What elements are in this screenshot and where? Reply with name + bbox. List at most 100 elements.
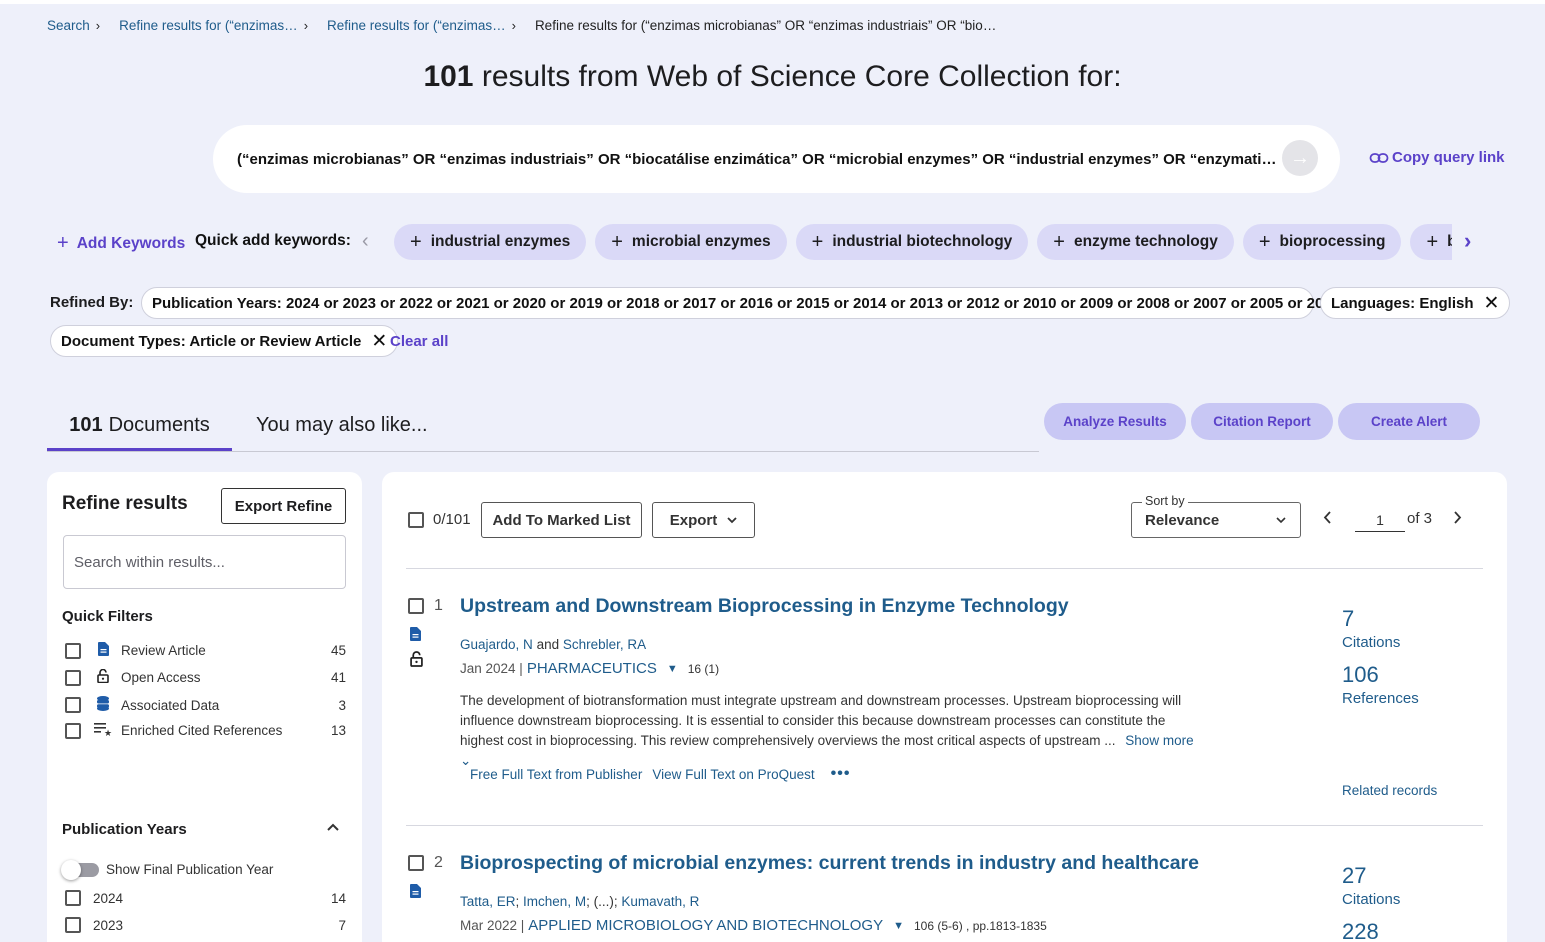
breadcrumb-refine-1[interactable]: Refine results for (“enzimas… xyxy=(119,18,298,33)
keyword-pill[interactable]: + bioprocessing xyxy=(1242,224,1402,260)
quick-filter-review-article[interactable]: Review Article 45 xyxy=(65,642,346,659)
search-within-input[interactable] xyxy=(63,535,346,589)
keyword-pill[interactable]: + enzyme technology xyxy=(1037,224,1234,260)
record-title[interactable]: Upstream and Downstream Bioprocessing in… xyxy=(460,595,1069,618)
chevron-left-icon[interactable] xyxy=(1323,508,1332,529)
quick-filter-open-access[interactable]: Open Access 41 xyxy=(65,668,346,686)
proquest-link[interactable]: View Full Text on ProQuest xyxy=(652,767,814,782)
references-count[interactable]: 228 xyxy=(1342,919,1379,942)
record-volume: 16 (1) xyxy=(687,661,720,676)
plus-icon: + xyxy=(811,230,824,253)
breadcrumb-refine-2[interactable]: Refine results for (“enzimas… xyxy=(327,18,506,33)
create-alert-button[interactable]: Create Alert xyxy=(1338,403,1480,440)
keyword-pill[interactable]: + industrial biotechnology xyxy=(795,224,1029,260)
chevron-up-icon[interactable] xyxy=(327,818,339,836)
record-checkbox[interactable] xyxy=(408,855,424,871)
citations-count[interactable]: 27 xyxy=(1342,863,1366,889)
free-full-text-link[interactable]: Free Full Text from Publisher xyxy=(470,767,642,782)
close-icon[interactable]: ✕ xyxy=(371,330,387,353)
query-text[interactable]: (“enzimas microbianas” OR “enzimas indus… xyxy=(237,151,1277,168)
year-filter-2024[interactable]: 2024 14 xyxy=(65,890,346,906)
copy-query-link[interactable]: Copy query link xyxy=(1369,149,1505,166)
record-links: Free Full Text from Publisher View Full … xyxy=(470,765,850,783)
checkbox[interactable] xyxy=(65,917,81,933)
author-link[interactable]: Kumavath, R xyxy=(621,894,699,909)
enriched-list-icon: ★ xyxy=(93,722,113,739)
record-date: Mar 2022 | xyxy=(460,918,525,933)
plus-icon: + xyxy=(57,232,69,254)
filter-chip-doc-types: Document Types: Article or Review Articl… xyxy=(50,325,399,357)
export-label: Export xyxy=(669,511,718,529)
quick-filter-count: 13 xyxy=(330,723,346,738)
citation-report-button[interactable]: Citation Report xyxy=(1191,403,1333,440)
author-link[interactable]: Guajardo, N xyxy=(460,637,533,652)
year-filter-2023[interactable]: 2023 7 xyxy=(65,917,346,933)
quick-filter-label: Review Article xyxy=(121,643,206,658)
year-count: 7 xyxy=(338,917,346,933)
quick-filter-associated-data[interactable]: Associated Data 3 xyxy=(65,696,346,714)
checkbox[interactable] xyxy=(65,890,81,906)
record-meta: Jan 2024 | PHARMACEUTICS ▼ 16 (1) xyxy=(460,660,719,677)
chevron-right-icon[interactable]: › xyxy=(1464,228,1471,254)
plus-icon: + xyxy=(611,230,623,253)
page-number-input[interactable] xyxy=(1355,508,1405,532)
show-final-year-label: Show Final Publication Year xyxy=(106,862,274,877)
clear-all-link[interactable]: Clear all xyxy=(390,333,448,350)
tab-documents[interactable]: 101 Documents xyxy=(47,408,232,451)
divider xyxy=(406,568,1483,569)
keyword-pill[interactable]: + biorefi xyxy=(1410,224,1452,260)
keyword-pill-label: bioprocessing xyxy=(1279,233,1386,250)
checkbox[interactable] xyxy=(65,642,81,659)
record-checkbox[interactable] xyxy=(408,598,424,614)
citations-count[interactable]: 7 xyxy=(1342,606,1354,632)
show-final-year-toggle[interactable] xyxy=(61,860,99,880)
breadcrumb-search[interactable]: Search xyxy=(47,18,90,33)
record-meta: Mar 2022 | APPLIED MICROBIOLOGY AND BIOT… xyxy=(460,917,1047,934)
copy-query-link-label: Copy query link xyxy=(1392,149,1505,166)
close-icon[interactable]: ✕ xyxy=(1484,292,1500,315)
keyword-pill[interactable]: + microbial enzymes xyxy=(595,224,787,260)
sort-select[interactable]: Sort by Relevance xyxy=(1131,494,1301,538)
record-number: 1 xyxy=(434,597,443,614)
checkbox[interactable] xyxy=(65,722,81,739)
quick-filter-label: Associated Data xyxy=(121,697,220,713)
add-keywords-button[interactable]: + Add Keywords xyxy=(57,232,185,255)
author-link[interactable]: Tatta, ER xyxy=(460,894,516,909)
add-to-marked-list-button[interactable]: Add To Marked List xyxy=(481,502,642,538)
authors-ellipsis[interactable]: (...) xyxy=(594,894,614,909)
references-count[interactable]: 106 xyxy=(1342,662,1379,688)
checkbox[interactable] xyxy=(65,697,81,713)
select-all-checkbox[interactable] xyxy=(408,512,424,528)
plus-icon: + xyxy=(410,230,422,253)
tab-you-may-also-like[interactable]: You may also like... xyxy=(256,408,428,451)
chevron-left-icon[interactable]: ‹ xyxy=(362,230,369,253)
record-journal[interactable]: APPLIED MICROBIOLOGY AND BIOTECHNOLOGY xyxy=(528,917,883,934)
record-journal[interactable]: PHARMACEUTICS xyxy=(527,660,657,677)
checkbox[interactable] xyxy=(65,669,81,686)
export-refine-button[interactable]: Export Refine xyxy=(221,488,346,524)
author-link[interactable]: Imchen, M xyxy=(523,894,586,909)
keyword-pill[interactable]: + industrial enzymes xyxy=(394,224,587,260)
record-date: Jan 2024 | xyxy=(460,661,523,676)
quick-filter-enriched-cited-references[interactable]: ★ Enriched Cited References 13 xyxy=(65,722,346,739)
filter-chip-years: Publication Years: 2024 or 2023 or 2022 … xyxy=(141,287,1366,319)
related-records-link[interactable]: Related records xyxy=(1342,783,1437,798)
results-panel: 0/101 Add To Marked List Export Sort by … xyxy=(382,472,1507,942)
export-button[interactable]: Export xyxy=(652,502,755,538)
chevron-right-icon: › xyxy=(511,18,516,33)
document-icon xyxy=(93,642,113,659)
caret-down-icon[interactable]: ▼ xyxy=(667,663,678,675)
caret-down-icon[interactable]: ▼ xyxy=(893,920,904,932)
author-link[interactable]: Schrebler, RA xyxy=(563,637,646,652)
analyze-results-button[interactable]: Analyze Results xyxy=(1044,403,1186,440)
keyword-pill-label: biorefi xyxy=(1447,233,1452,250)
chevron-right-icon[interactable] xyxy=(1453,508,1462,529)
record-title[interactable]: Bioprospecting of microbial enzymes: cur… xyxy=(460,852,1199,875)
filter-chip-label: Languages: English xyxy=(1331,294,1474,312)
chevron-right-icon: › xyxy=(303,18,309,33)
arrow-right-icon[interactable]: → xyxy=(1282,140,1318,176)
tab-documents-label: Documents xyxy=(108,414,210,436)
query-box[interactable]: (“enzimas microbianas” OR “enzimas indus… xyxy=(213,125,1340,193)
results-tabs: 101 Documents You may also like... xyxy=(47,408,1039,452)
more-options-icon[interactable]: ••• xyxy=(831,765,851,783)
